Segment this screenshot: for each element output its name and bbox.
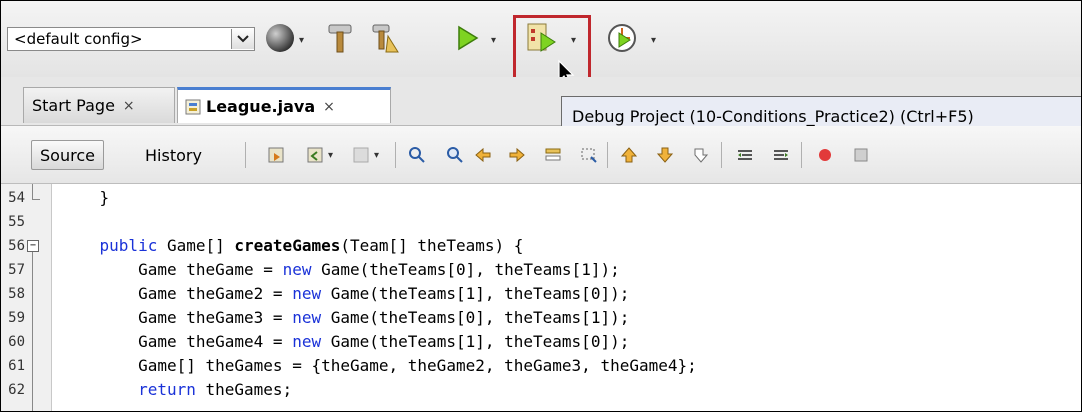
code-line: return theGames; — [61, 380, 292, 399]
line-number: 61 — [8, 358, 25, 374]
line-number: 55 — [8, 214, 25, 230]
fold-line — [32, 184, 33, 200]
shift-line-left-icon[interactable] — [735, 145, 755, 165]
profile-dropdown-icon[interactable]: ▾ — [651, 35, 656, 46]
tab-start-page[interactable]: Start Page × — [23, 87, 175, 123]
code-post: Game(theTeams[0], theTeams[1]); — [321, 308, 630, 327]
code-pre: Game theGame2 = — [61, 284, 293, 303]
build-hammer-icon[interactable] — [323, 21, 357, 55]
code-post: theGames; — [195, 380, 293, 399]
clean-build-icon[interactable] — [369, 21, 403, 55]
separator — [801, 142, 802, 168]
profile-icon[interactable] — [605, 21, 639, 55]
main-toolbar: <default config> ▾ ▾ ▾ ▾ — [1, 1, 1081, 89]
code-line: Game[] theGames = {theGame, theGame2, th… — [61, 356, 697, 375]
fold-line — [32, 252, 33, 411]
config-combobox[interactable]: <default config> — [7, 27, 255, 51]
tab-label: Start Page — [32, 96, 115, 115]
separator — [395, 142, 396, 168]
code-line: } — [61, 188, 110, 207]
code-post: Game(theTeams[1], theTeams[0]); — [321, 332, 630, 351]
globe-icon[interactable] — [263, 21, 297, 55]
toggle-bookmark-icon[interactable] — [691, 145, 711, 165]
code-pre: public Game[] — [99, 236, 235, 255]
chevron-down-icon[interactable] — [231, 29, 254, 49]
code-line: public Game[] createGames(Team[] theTeam… — [61, 236, 524, 255]
find-next-occurrence-icon[interactable] — [507, 145, 527, 165]
line-number: 59 — [8, 310, 25, 326]
code-post: (Team[] theTeams) { — [340, 236, 524, 255]
separator — [245, 142, 246, 168]
code-post: Game(theTeams[1], theTeams[0]); — [321, 284, 630, 303]
code-line: Game theGame4 = new Game(theTeams[1], th… — [61, 332, 629, 351]
keyword: public — [99, 236, 158, 255]
code-pre: Game theGame4 = — [61, 332, 293, 351]
find-selection-icon[interactable] — [445, 145, 465, 165]
code-line: Game theGame = new Game(theTeams[0], the… — [61, 260, 620, 279]
line-number: 60 — [8, 334, 25, 350]
editor-toolbar: Source History ▾ ▾ — [1, 126, 1081, 184]
close-icon[interactable]: × — [323, 99, 335, 115]
line-number: 57 — [8, 262, 25, 278]
java-file-icon — [185, 99, 201, 114]
stop-macro-recording-icon[interactable] — [851, 145, 871, 165]
code-line: Game theGame2 = new Game(theTeams[1], th… — [61, 284, 629, 303]
history-tab[interactable]: History — [137, 140, 210, 170]
keyword: new — [292, 332, 322, 351]
shift-line-right-icon[interactable] — [771, 145, 791, 165]
code-pre: Game theGame3 = — [61, 308, 293, 327]
keyword: return — [138, 380, 196, 399]
back-dropdown-icon[interactable]: ▾ — [328, 150, 333, 161]
tab-label: League.java — [206, 97, 316, 116]
code-pre: Game theGame = — [61, 260, 283, 279]
code-post: Game(theTeams[0], theTeams[1]); — [311, 260, 620, 279]
fold-collapse-icon[interactable]: − — [27, 240, 39, 252]
line-number-gutter: 54 55 56 57 58 59 60 61 62 − — [1, 184, 52, 411]
previous-bookmark-icon[interactable] — [619, 145, 639, 165]
keyword: new — [292, 284, 322, 303]
separator — [607, 142, 608, 168]
start-macro-recording-icon[interactable] — [815, 145, 835, 165]
config-value: <default config> — [14, 30, 143, 48]
toggle-rectangular-selection-icon[interactable] — [579, 145, 599, 165]
line-number: 58 — [8, 286, 25, 302]
code-editor[interactable]: 54 55 56 57 58 59 60 61 62 − } public Ga… — [1, 184, 1081, 411]
code-line: Game theGame3 = new Game(theTeams[0], th… — [61, 308, 629, 327]
forward-dropdown-icon[interactable]: ▾ — [374, 150, 379, 161]
keyword: new — [292, 308, 322, 327]
method-name: createGames — [234, 236, 341, 255]
source-tab[interactable]: Source — [31, 140, 104, 170]
run-dropdown-icon[interactable]: ▾ — [491, 35, 496, 46]
back-icon[interactable] — [305, 145, 325, 165]
fold-end — [32, 199, 40, 200]
run-icon[interactable] — [451, 21, 485, 55]
globe-dropdown-icon[interactable]: ▾ — [299, 35, 304, 46]
forward-icon[interactable] — [351, 145, 371, 165]
tab-league-java[interactable]: League.java × — [177, 87, 391, 123]
close-icon[interactable]: × — [123, 98, 135, 114]
line-number: 62 — [8, 382, 25, 398]
separator — [721, 142, 722, 168]
ide-window: <default config> ▾ ▾ ▾ ▾ Start Page × Le… — [0, 0, 1082, 412]
line-number: 54 — [8, 190, 25, 206]
find-previous-occurrence-icon[interactable] — [473, 145, 493, 165]
last-edit-icon[interactable] — [267, 145, 287, 165]
next-bookmark-icon[interactable] — [655, 145, 675, 165]
keyword: new — [282, 260, 312, 279]
find-previous-icon[interactable] — [407, 145, 427, 165]
toggle-highlight-icon[interactable] — [543, 145, 563, 165]
line-number: 56 — [8, 238, 25, 254]
